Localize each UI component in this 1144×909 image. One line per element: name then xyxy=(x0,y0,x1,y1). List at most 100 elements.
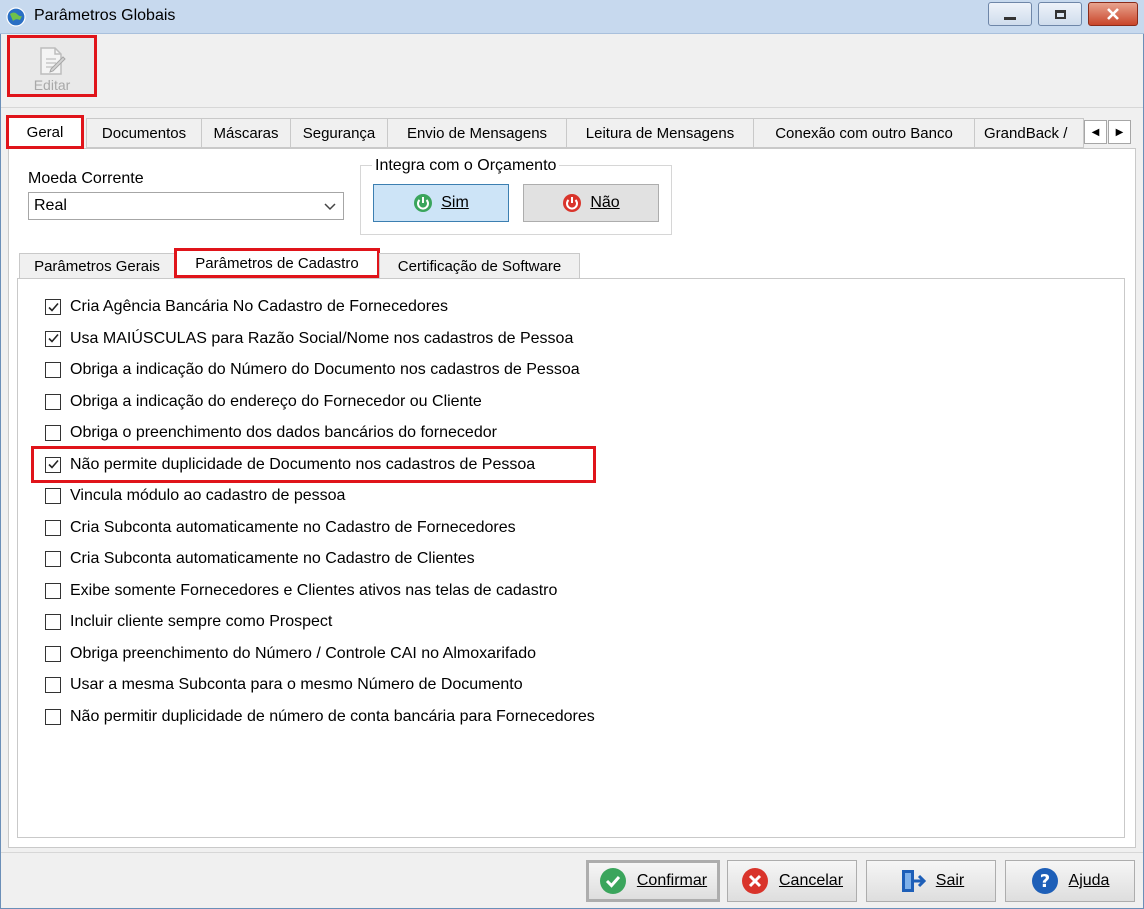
option-label: Não permitir duplicidade de número de co… xyxy=(70,707,595,725)
currency-label: Moeda Corrente xyxy=(28,170,144,187)
option-row[interactable]: Obriga o preenchimento dos dados bancári… xyxy=(45,421,497,445)
cancel-circle-icon xyxy=(741,868,768,894)
checkbox[interactable] xyxy=(45,708,61,725)
option-row[interactable]: Cria Subconta automaticamente no Cadastr… xyxy=(45,516,516,540)
confirm-label: Confirmar xyxy=(636,872,708,889)
power-on-icon xyxy=(414,194,433,212)
minimize-button[interactable] xyxy=(988,2,1032,26)
svg-text:?: ? xyxy=(1039,871,1049,892)
toolbar xyxy=(1,34,1143,108)
option-label: Obriga o preenchimento dos dados bancári… xyxy=(70,424,497,441)
maximize-button[interactable] xyxy=(1038,2,1082,26)
nao-label: Não xyxy=(590,194,620,211)
chevron-left-icon[interactable]: ◀ xyxy=(1084,120,1107,144)
tab-label: Envio de Mensagens xyxy=(406,124,548,142)
exit-label: Sair xyxy=(935,872,965,889)
maximize-icon xyxy=(1054,9,1066,19)
help-button[interactable]: ? Ajuda xyxy=(1005,860,1135,902)
edit-button-label: Editar xyxy=(33,77,71,93)
checkbox[interactable] xyxy=(45,645,61,662)
option-row[interactable]: Não permitir duplicidade de número de co… xyxy=(45,705,595,729)
checkbox[interactable] xyxy=(45,488,61,504)
sim-button[interactable]: Sim xyxy=(373,184,509,222)
checkbox[interactable] xyxy=(45,362,61,378)
option-label: Obriga a indicação do endereço do Fornec… xyxy=(70,392,482,410)
subtab-label: Certificação de Software xyxy=(397,257,562,275)
tab-label: Leitura de Mensagens xyxy=(585,124,735,142)
checkbox[interactable] xyxy=(45,393,61,410)
option-label: Usar a mesma Subconta para o mesmo Númer… xyxy=(70,676,523,693)
nao-button[interactable]: Não xyxy=(523,184,659,222)
option-row[interactable]: Cria Subconta automaticamente no Cadastr… xyxy=(45,547,475,571)
minimize-icon xyxy=(1004,16,1016,20)
help-label: Ajuda xyxy=(1068,872,1110,889)
integra-group-title: Integra com o Orçamento xyxy=(372,157,560,175)
checkbox[interactable] xyxy=(45,614,61,630)
option-label: Vincula módulo ao cadastro de pessoa xyxy=(70,487,346,504)
confirm-button[interactable]: Confirmar xyxy=(586,860,720,902)
checkmark-icon xyxy=(47,333,59,343)
tab-label: Documentos xyxy=(101,124,187,142)
exit-button[interactable]: Sair xyxy=(866,860,996,902)
window-title: Parâmetros Globais xyxy=(34,7,176,24)
option-row[interactable]: Obriga preenchimento do Número / Control… xyxy=(45,642,536,666)
subtab-label: Parâmetros de Cadastro xyxy=(195,254,359,272)
sim-label: Sim xyxy=(441,194,469,211)
cancel-label: Cancelar xyxy=(778,872,844,889)
option-row[interactable]: Exibe somente Fornecedores e Clientes at… xyxy=(45,579,557,603)
option-row[interactable]: Usar a mesma Subconta para o mesmo Númer… xyxy=(45,673,523,697)
option-label: Cria Subconta automaticamente no Cadastr… xyxy=(70,550,475,567)
option-row[interactable]: Obriga a indicação do Número do Document… xyxy=(45,358,580,382)
subtab-label: Parâmetros Gerais xyxy=(34,257,160,275)
check-circle-icon xyxy=(599,868,626,894)
subtab-certificacao-software[interactable]: Certificação de Software xyxy=(379,253,580,279)
tab-mascaras[interactable]: Máscaras xyxy=(201,118,291,148)
checkbox[interactable] xyxy=(45,519,61,536)
checkbox[interactable] xyxy=(45,582,61,599)
tab-label: Segurança xyxy=(302,124,376,142)
option-row[interactable]: Cria Agência Bancária No Cadastro de For… xyxy=(45,295,448,319)
tab-conexao-banco[interactable]: Conexão com outro Banco xyxy=(753,118,975,148)
help-question-icon: ? xyxy=(1031,868,1058,894)
checkbox[interactable] xyxy=(45,677,61,693)
tab-label: Conexão com outro Banco xyxy=(775,124,953,142)
edit-document-icon xyxy=(40,47,66,75)
checkmark-icon xyxy=(47,302,59,312)
tab-grandback[interactable]: GrandBack / xyxy=(974,118,1084,148)
option-label: Incluir cliente sempre como Prospect xyxy=(70,613,333,630)
checkbox[interactable] xyxy=(45,551,61,567)
tab-label: GrandBack / xyxy=(984,124,1068,142)
checkbox[interactable] xyxy=(45,330,61,347)
option-label: Exibe somente Fornecedores e Clientes at… xyxy=(70,581,558,599)
option-row[interactable]: Vincula módulo ao cadastro de pessoa xyxy=(45,484,345,508)
chevron-down-icon xyxy=(324,203,336,211)
option-label: Obriga preenchimento do Número / Control… xyxy=(70,644,537,662)
option-label: Cria Subconta automaticamente no Cadastr… xyxy=(70,518,516,536)
close-icon xyxy=(1107,8,1119,20)
tab-seguranca[interactable]: Segurança xyxy=(290,118,388,148)
chevron-right-icon[interactable]: ▶ xyxy=(1108,120,1131,144)
option-row[interactable]: Usa MAIÚSCULAS para Razão Social/Nome no… xyxy=(45,327,573,351)
checkbox[interactable] xyxy=(45,425,61,441)
edit-button[interactable]: Editar xyxy=(7,35,97,97)
tab-label: Geral xyxy=(26,123,64,141)
subtab-parametros-gerais[interactable]: Parâmetros Gerais xyxy=(19,253,175,279)
checkbox[interactable] xyxy=(45,299,61,315)
power-off-icon xyxy=(563,194,582,212)
tab-scroll-arrows: ◀ ▶ xyxy=(1084,120,1132,144)
tab-label: Máscaras xyxy=(213,124,279,142)
option-row[interactable]: Incluir cliente sempre como Prospect xyxy=(45,610,332,634)
subtab-parametros-cadastro[interactable]: Parâmetros de Cadastro xyxy=(174,248,380,278)
tab-geral[interactable]: Geral xyxy=(6,115,84,149)
highlight-duplicidade xyxy=(31,446,596,483)
exit-door-icon xyxy=(901,870,926,892)
close-button[interactable] xyxy=(1088,2,1138,26)
tab-documentos[interactable]: Documentos xyxy=(86,118,202,148)
option-label: Usa MAIÚSCULAS para Razão Social/Nome no… xyxy=(70,329,574,347)
currency-select[interactable]: Real xyxy=(28,192,344,220)
tab-leitura-mensagens[interactable]: Leitura de Mensagens xyxy=(566,118,754,148)
cancel-button[interactable]: Cancelar xyxy=(727,860,857,902)
option-row[interactable]: Obriga a indicação do endereço do Fornec… xyxy=(45,390,482,414)
globe-icon xyxy=(6,7,26,27)
tab-envio-mensagens[interactable]: Envio de Mensagens xyxy=(387,118,567,148)
